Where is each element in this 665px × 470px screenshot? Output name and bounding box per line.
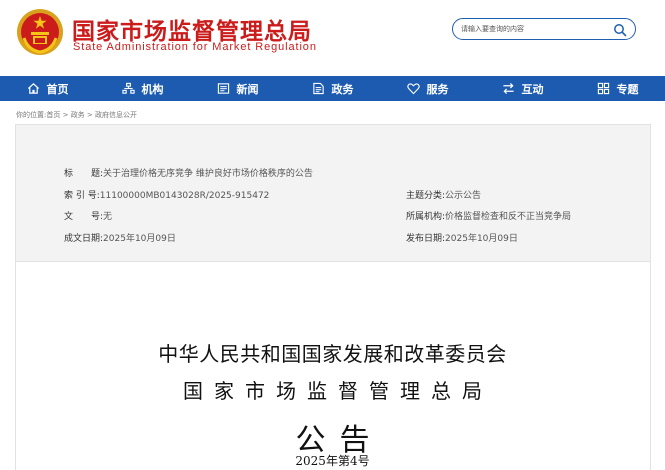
info-title-label: 标 题: bbox=[64, 169, 104, 179]
info-created-row: 成文日期:2025年10月09日 bbox=[64, 231, 176, 244]
nav-item-interact[interactable]: 互动 bbox=[475, 76, 570, 101]
info-org-row: 所属机构:价格监督检查和反不正当竞争局 bbox=[406, 209, 571, 222]
nav-item-org[interactable]: 机构 bbox=[95, 76, 190, 101]
search-input[interactable] bbox=[461, 22, 611, 36]
breadcrumb-separator: > bbox=[84, 111, 96, 119]
info-title-value: 关于治理价格无序竞争 维护良好市场价格秩序的公告 bbox=[103, 169, 313, 179]
search-box bbox=[452, 18, 636, 40]
search-icon[interactable] bbox=[613, 23, 627, 37]
nav-item-affairs[interactable]: 政务 bbox=[285, 76, 380, 101]
home-icon bbox=[27, 83, 39, 94]
document-number: 2025年第4号 bbox=[295, 454, 370, 468]
nav-item-home[interactable]: 首页 bbox=[0, 76, 95, 101]
info-docno-label: 文 号: bbox=[64, 212, 104, 222]
national-emblem-icon[interactable] bbox=[16, 8, 64, 56]
affairs-icon bbox=[312, 82, 324, 95]
main-nav: 首页 机构 新闻 政务 服务 互动 专题 bbox=[0, 76, 665, 101]
info-published-row: 发布日期:2025年10月09日 bbox=[406, 231, 518, 244]
info-created-value: 2025年10月09日 bbox=[103, 234, 176, 244]
info-index-row: 索 引 号:11100000MB0143028R/2025-915472 bbox=[64, 188, 269, 201]
info-title-row: 标 题:关于治理价格无序竞争 维护良好市场价格秩序的公告 bbox=[64, 166, 313, 179]
nav-label: 新闻 bbox=[236, 82, 259, 96]
nav-label: 政务 bbox=[331, 82, 354, 96]
info-topic-value: 公示公告 bbox=[445, 191, 482, 201]
document-issuer-samr: 国家市场监督管理总局 bbox=[183, 379, 493, 403]
info-docno-value: 无 bbox=[103, 212, 113, 222]
info-docno-row: 文 号:无 bbox=[64, 209, 112, 222]
site-header: 国家市场监督管理总局 State Administration for Mark… bbox=[0, 0, 665, 76]
nav-label: 专题 bbox=[616, 82, 639, 96]
info-index-value: 11100000MB0143028R/2025-915472 bbox=[99, 191, 270, 201]
info-topic-label: 主题分类: bbox=[406, 191, 446, 201]
nav-label: 机构 bbox=[141, 82, 164, 96]
breadcrumb-link-affairs[interactable]: 政务 bbox=[71, 111, 85, 119]
document-issuer-ndrc: 中华人民共和国国家发展和改革委员会 bbox=[158, 342, 507, 366]
nav-item-news[interactable]: 新闻 bbox=[190, 76, 285, 101]
breadcrumb: 你的位置:首页 > 政务 > 政府信息公开 bbox=[16, 110, 137, 120]
service-icon bbox=[406, 83, 420, 95]
info-org-value: 价格监督检查和反不正当竞争局 bbox=[445, 212, 572, 222]
breadcrumb-link-home[interactable]: 首页 bbox=[46, 111, 60, 119]
info-org-label: 所属机构: bbox=[406, 212, 446, 222]
nav-label: 互动 bbox=[521, 82, 544, 96]
breadcrumb-link-disclosure[interactable]: 政府信息公开 bbox=[95, 111, 137, 119]
info-index-label: 索 引 号: bbox=[64, 191, 100, 201]
interact-icon bbox=[502, 82, 514, 95]
breadcrumb-prefix: 你的位置: bbox=[16, 111, 47, 119]
info-published-label: 发布日期: bbox=[406, 234, 446, 244]
site-subtitle: State Administration for Market Regulati… bbox=[73, 41, 317, 53]
org-icon bbox=[121, 82, 135, 94]
info-published-value: 2025年10月09日 bbox=[445, 234, 518, 244]
nav-label: 服务 bbox=[426, 82, 449, 96]
nav-item-topic[interactable]: 专题 bbox=[570, 76, 665, 101]
topic-icon bbox=[597, 82, 609, 95]
news-icon bbox=[217, 83, 229, 94]
nav-label: 首页 bbox=[46, 82, 69, 96]
info-topic-row: 主题分类:公示公告 bbox=[406, 188, 481, 201]
info-created-label: 成文日期: bbox=[64, 234, 104, 244]
nav-item-service[interactable]: 服务 bbox=[380, 76, 475, 101]
breadcrumb-separator: > bbox=[60, 111, 71, 119]
